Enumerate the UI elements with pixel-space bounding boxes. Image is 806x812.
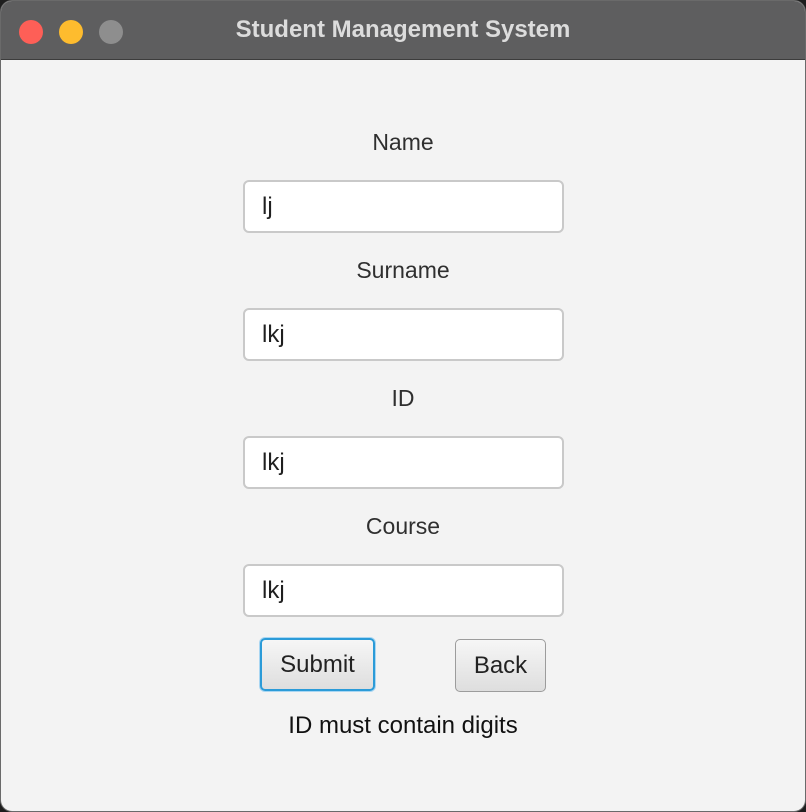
course-label: Course bbox=[365, 513, 441, 539]
app-window: Student Management System Name Surname I… bbox=[0, 0, 806, 812]
submit-button[interactable]: Submit bbox=[260, 638, 375, 691]
id-label: ID bbox=[391, 385, 415, 411]
close-window-icon[interactable] bbox=[19, 20, 43, 44]
title-bar[interactable]: Student Management System bbox=[1, 1, 805, 60]
surname-field[interactable] bbox=[243, 308, 564, 361]
validation-message: ID must contain digits bbox=[288, 712, 518, 739]
back-button[interactable]: Back bbox=[455, 639, 546, 692]
name-label: Name bbox=[372, 129, 434, 155]
course-field[interactable] bbox=[243, 564, 564, 617]
zoom-window-icon[interactable] bbox=[99, 20, 123, 44]
minimize-window-icon[interactable] bbox=[59, 20, 83, 44]
id-field[interactable] bbox=[243, 436, 564, 489]
surname-label: Surname bbox=[356, 257, 450, 283]
name-field[interactable] bbox=[243, 180, 564, 233]
